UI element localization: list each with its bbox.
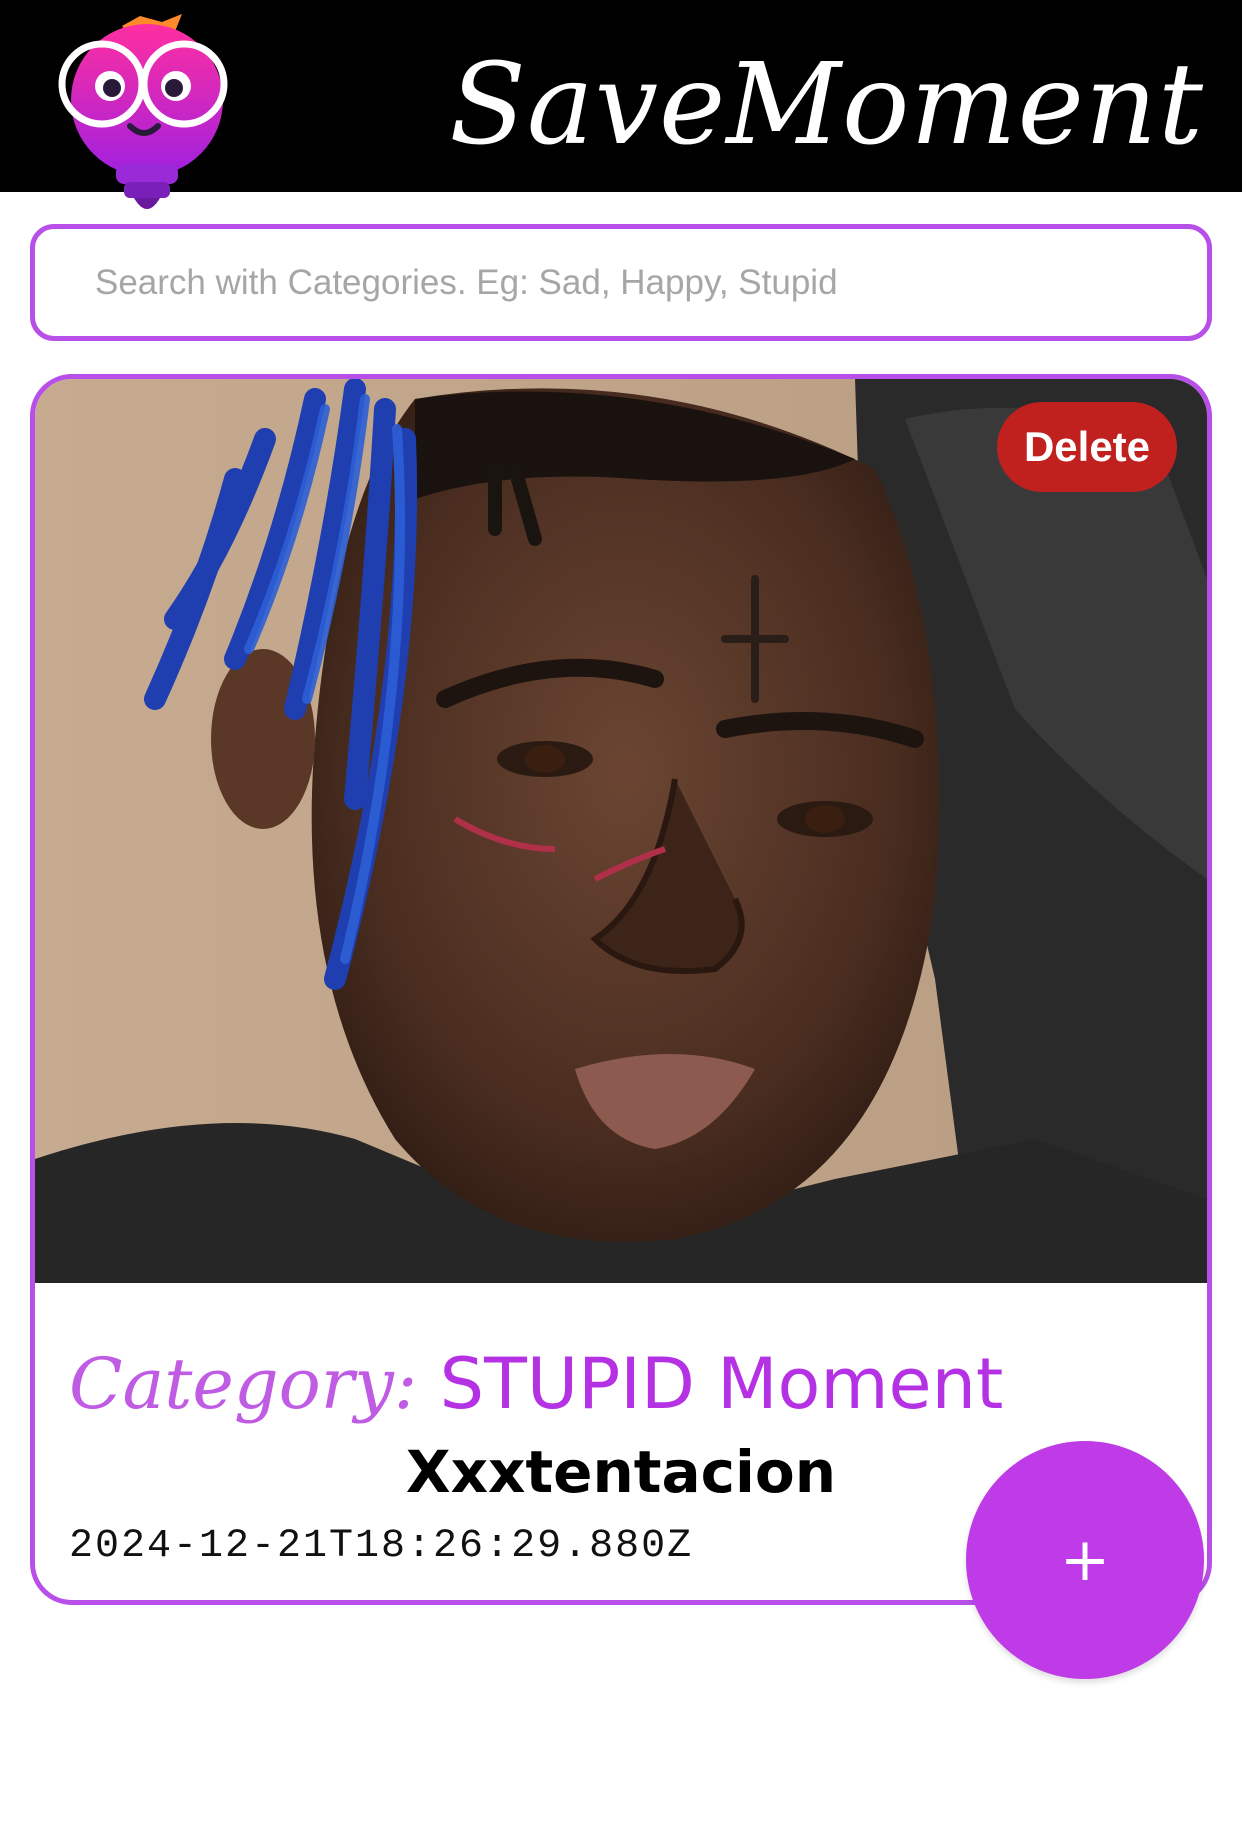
plus-icon: + [1059,1525,1111,1595]
moment-timestamp: 2024-12-21T18:26:29.880Z [69,1524,694,1569]
delete-button[interactable]: Delete [997,402,1177,492]
category-value: STUPID Moment [439,1343,1004,1425]
moment-card[interactable]: Delete Category: STUPID Moment Xxxtentac… [30,374,1212,1605]
app-title: SaveMoment [449,40,1204,170]
category-prefix: Category: [69,1343,440,1425]
search-box[interactable] [30,224,1212,341]
moment-photo [35,379,1207,1283]
lightbulb-glasses-mascot-icon [58,14,228,209]
add-moment-button[interactable]: + [966,1441,1204,1679]
search-input[interactable] [95,253,1145,313]
category-line: Category: STUPID Moment [69,1339,1003,1429]
